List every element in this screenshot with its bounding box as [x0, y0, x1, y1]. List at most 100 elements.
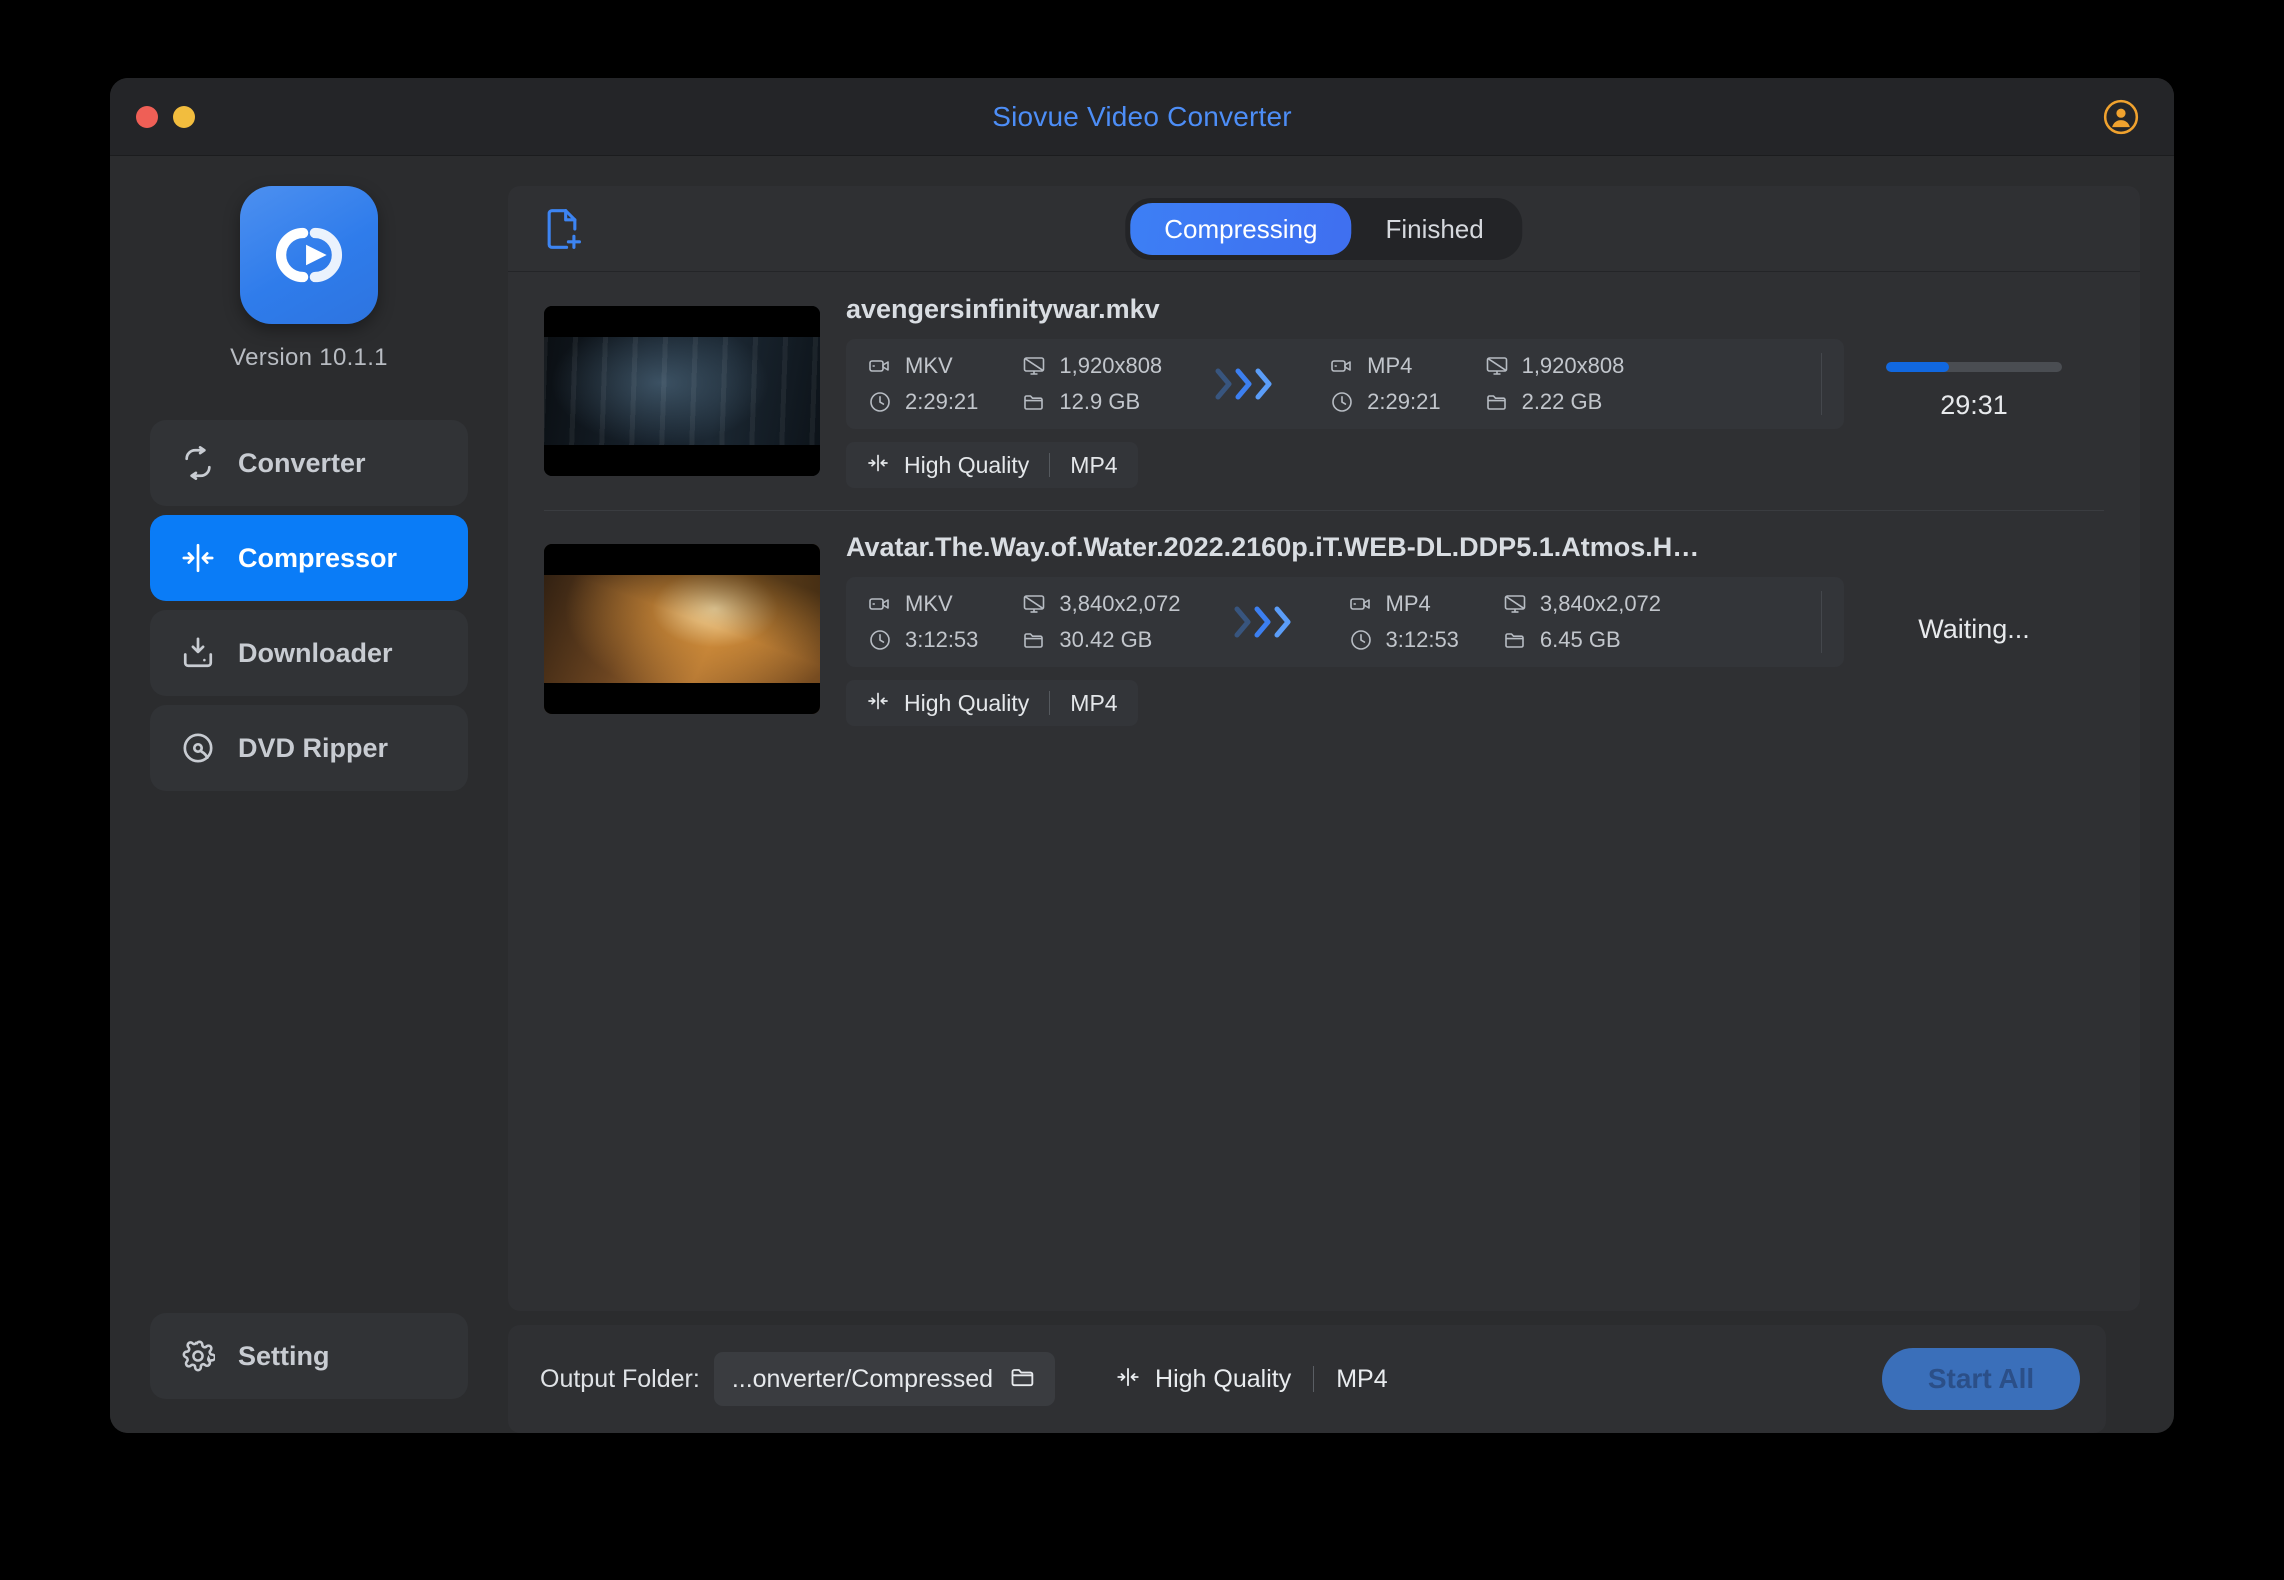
sidebar-item-dvd-ripper[interactable]: DVD Ripper [150, 705, 468, 791]
target-resolution: 3,840x2,072 [1503, 591, 1661, 617]
file-info: avengersinfinitywar.mkv MKV 1,920x808 2:… [846, 294, 1844, 488]
status-column: Waiting... [1844, 614, 2104, 645]
file-name: Avatar.The.Way.of.Water.2022.2160p.iT.WE… [846, 532, 1700, 562]
value: MP4 [1367, 353, 1413, 378]
window-controls [136, 105, 195, 128]
output-folder-label: Output Folder: [540, 1364, 700, 1393]
format-label: MP4 [1070, 689, 1118, 716]
file-info: Avatar.The.Way.of.Water.2022.2160p.iT.WE… [846, 532, 1844, 726]
tab-compressing[interactable]: Compressing [1130, 202, 1352, 255]
status-text: Waiting... [1918, 613, 2030, 644]
target-duration: 3:12:53 [1349, 627, 1459, 653]
video-camera-icon [1349, 592, 1373, 616]
value: 3,840x2,072 [1059, 591, 1181, 616]
target-format: MP4 [1349, 591, 1459, 617]
setting-label: Setting [238, 1340, 330, 1371]
global-quality-tag[interactable]: High Quality MP4 [1115, 1364, 1388, 1395]
target-meta: MP4 1,920x808 2:29:21 2.22 GB [1330, 353, 1624, 415]
file-list: avengersinfinitywar.mkv MKV 1,920x808 2:… [508, 272, 2140, 1311]
app-logo-icon [240, 186, 378, 324]
folder-icon [1485, 390, 1509, 414]
version-label: Version 10.1.1 [230, 344, 388, 371]
footer-bar: Output Folder: ...onverter/Compressed Hi… [508, 1325, 2106, 1433]
disc-icon [176, 731, 220, 765]
format-label: MP4 [1336, 1364, 1388, 1393]
progress-fill [1886, 361, 1950, 372]
close-button[interactable] [136, 105, 158, 128]
file-row[interactable]: avengersinfinitywar.mkv MKV 1,920x808 2:… [530, 272, 2118, 510]
value: MKV [905, 591, 953, 616]
divider [1049, 453, 1051, 477]
source-meta: MKV 3,840x2,072 3:12:53 30.42 GB [868, 591, 1181, 653]
sidebar-item-setting[interactable]: Setting [150, 1313, 468, 1399]
progress-bar [1886, 361, 2062, 372]
value: 12.9 GB [1059, 389, 1141, 414]
account-circle-icon[interactable] [2102, 98, 2140, 136]
tab-finished[interactable]: Finished [1351, 203, 1517, 255]
add-file-icon[interactable] [540, 207, 584, 251]
monitor-icon [1503, 592, 1527, 616]
value: MP4 [1385, 591, 1431, 616]
target-size: 6.45 GB [1503, 627, 1661, 653]
quality-tag[interactable]: High Quality MP4 [846, 680, 1138, 726]
target-meta: MP4 3,840x2,072 3:12:53 6.45 GB [1349, 591, 1661, 653]
meta-strip: MKV 3,840x2,072 3:12:53 30.42 GB MP4 3,8… [846, 577, 1844, 667]
sidebar-item-label: DVD Ripper [238, 732, 389, 763]
output-folder-picker[interactable]: ...onverter/Compressed [713, 1352, 1056, 1406]
meta-strip: MKV 1,920x808 2:29:21 12.9 GB MP4 1,920x… [846, 339, 1844, 429]
clock-icon [868, 390, 892, 414]
chevrons-right-icon [1162, 361, 1330, 407]
video-thumbnail [544, 544, 820, 714]
source-resolution: 3,840x2,072 [1022, 591, 1181, 617]
tab-group: Compressing Finished [1125, 197, 1523, 260]
folder-icon[interactable] [1009, 1363, 1037, 1396]
compress-icon [866, 689, 890, 718]
start-all-button[interactable]: Start All [1882, 1348, 2080, 1410]
status-column: 29:31 [1844, 361, 2104, 421]
sidebar: Version 10.1.1 Converter Compressor Down… [110, 156, 508, 1433]
value: MKV [905, 353, 953, 378]
monitor-icon [1022, 354, 1046, 378]
main-panel: Compressing Finished avengersinfinitywar… [508, 156, 2174, 1433]
source-size: 30.42 GB [1022, 627, 1180, 653]
source-format: MKV [868, 591, 978, 617]
sidebar-item-label: Compressor [238, 542, 398, 573]
target-size: 2.22 GB [1485, 389, 1625, 415]
source-size: 12.9 GB [1022, 389, 1162, 415]
video-camera-icon [868, 592, 892, 616]
target-format: MP4 [1330, 353, 1440, 379]
sidebar-item-downloader[interactable]: Downloader [150, 610, 468, 696]
tag-line: High Quality MP4 [846, 680, 1844, 726]
download-tray-icon [176, 636, 220, 670]
sidebar-item-compressor[interactable]: Compressor [150, 515, 468, 601]
folder-icon [1503, 628, 1527, 652]
format-label: MP4 [1070, 451, 1118, 478]
video-camera-icon [1330, 354, 1354, 378]
value: 3:12:53 [1385, 627, 1459, 652]
sidebar-item-label: Converter [238, 447, 366, 478]
source-duration: 3:12:53 [868, 627, 978, 653]
divider [1313, 1366, 1315, 1392]
file-row[interactable]: Avatar.The.Way.of.Water.2022.2160p.iT.WE… [530, 510, 2118, 748]
gear-icon [176, 1339, 220, 1373]
clock-icon [1349, 628, 1373, 652]
sidebar-item-converter[interactable]: Converter [150, 420, 468, 506]
source-meta: MKV 1,920x808 2:29:21 12.9 GB [868, 353, 1162, 415]
monitor-icon [1485, 354, 1509, 378]
value: 1,920x808 [1059, 353, 1163, 378]
video-camera-icon [868, 354, 892, 378]
quality-tag[interactable]: High Quality MP4 [846, 442, 1138, 488]
source-duration: 2:29:21 [868, 389, 978, 415]
clock-icon [868, 628, 892, 652]
value: 3,840x2,072 [1539, 591, 1662, 616]
divider [1049, 691, 1051, 715]
monitor-icon [1022, 592, 1046, 616]
quality-label: High Quality [1155, 1364, 1292, 1393]
source-format: MKV [868, 353, 978, 379]
quality-label: High Quality [904, 451, 1030, 478]
app-title: Siovue Video Converter [992, 100, 1292, 132]
folder-icon [1022, 628, 1046, 652]
value: 2:29:21 [1367, 389, 1441, 414]
minimize-button[interactable] [173, 105, 195, 128]
value: 2.22 GB [1521, 389, 1603, 414]
